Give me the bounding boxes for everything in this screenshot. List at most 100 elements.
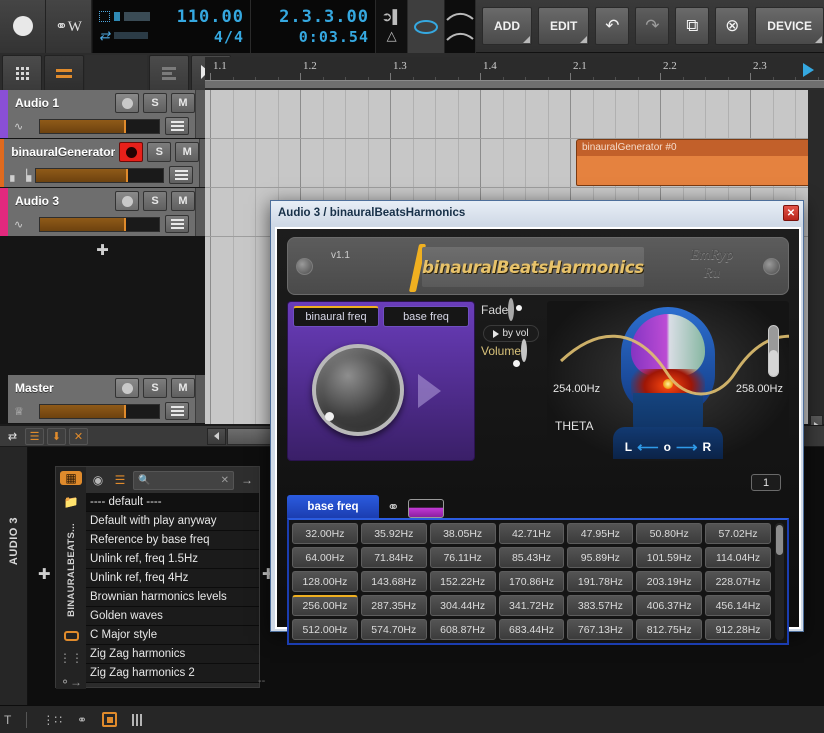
plugin-window[interactable]: Audio 3 / binauralBeatsHarmonics ✕ v1.1 … [270,200,804,645]
frequency-cell[interactable]: 256.00Hz [292,595,358,616]
undo-button[interactable]: ↶ [595,7,630,45]
frequency-cell[interactable]: 71.84Hz [360,547,427,568]
duplicate-button[interactable]: ⧉ [675,7,710,45]
frequency-cell[interactable]: 512.00Hz [292,619,358,640]
frequency-cell[interactable]: 42.71Hz [498,523,565,544]
track-header[interactable]: binauralGenerator S M ▖▕▖ [0,139,205,187]
frequency-cell[interactable]: 912.28Hz [705,619,771,640]
list-item[interactable]: Golden waves [86,607,259,626]
track-menu-button[interactable] [165,402,189,420]
frequency-cell[interactable]: 35.92Hz [360,523,427,544]
click-icon[interactable]: △ [387,28,397,44]
list-view-icon[interactable]: ☰ [25,427,44,445]
track-mute-button[interactable]: M [171,191,195,211]
tab-base-freq[interactable]: base freq [383,306,469,327]
track-volume-slider[interactable] [39,403,160,419]
list-item[interactable]: Default with play anyway [86,512,259,531]
frequency-cell[interactable]: 191.78Hz [567,571,634,592]
plugin-title-bar[interactable]: Audio 3 / binauralBeatsHarmonics ✕ [271,201,803,225]
frequency-cell[interactable]: 85.43Hz [498,547,565,568]
list-item[interactable]: Brownian harmonics levels [86,588,259,607]
frequency-cell[interactable]: 32.00Hz [292,523,358,544]
track-solo-button[interactable]: S [143,93,167,113]
automation-write-button[interactable]: ⚭W [46,0,92,53]
volume-knob[interactable] [521,339,528,362]
redo-button[interactable]: ↷ [635,7,670,45]
punch-icon[interactable]: ➲▌ [382,9,402,25]
preset-list-icon[interactable]: ☰ [111,471,129,489]
track-mute-button[interactable]: M [175,142,200,162]
list-item[interactable]: Unlink ref, freq 4Hz [86,569,259,588]
mixer-strips-icon[interactable] [132,713,143,726]
frequency-cell[interactable]: 50.80Hz [636,523,703,544]
track-volume-slider[interactable] [39,118,160,134]
track-mute-button[interactable]: M [171,378,195,398]
record-button[interactable] [0,0,46,53]
grid-dots-icon[interactable]: ⋮⋮ [59,651,83,665]
tempo-display[interactable]: ⇄ 110.00 4/4 [93,0,251,53]
frequency-cell[interactable]: 287.35Hz [360,595,427,616]
track-mute-button[interactable]: M [171,93,195,113]
keyboard-icon[interactable]: ▦ [60,471,82,486]
add-track-button[interactable]: ✚ [0,237,205,259]
frequency-cell[interactable]: 57.02Hz [705,523,771,544]
track-solo-button[interactable]: S [143,191,167,211]
timeline-ruler[interactable]: 1.1 1.2 1.3 1.4 2.1 2.2 2.3 [205,57,824,90]
search-input[interactable]: 🔍 ✕ [133,470,234,490]
delete-button[interactable]: ⊗ [715,7,750,45]
grid-view-button[interactable] [2,54,42,92]
list-item[interactable]: C Major style [86,626,259,645]
list-item[interactable]: Reference by base freq [86,531,259,550]
device-button[interactable]: DEVICE [755,7,824,45]
loop-range-bar[interactable] [205,80,824,88]
close-icon[interactable]: ✕ [69,427,88,445]
frequency-cell[interactable]: 683.44Hz [498,619,565,640]
track-record-button[interactable] [119,142,144,162]
frequency-grid-scrollbar[interactable] [775,523,784,640]
frequency-cell[interactable]: 38.05Hz [429,523,496,544]
add-device-button-left[interactable]: ✚ [38,565,51,583]
frequency-cell[interactable]: 228.07Hz [705,571,771,592]
automation-curve-button[interactable] [445,0,477,53]
list-item[interactable]: Zig Zag harmonics [86,645,259,664]
folder-icon[interactable]: 📁 [60,495,82,509]
frequency-cell[interactable]: 114.04Hz [705,547,771,568]
link-icon[interactable]: ⚭ [387,498,400,518]
knob-arrow-icon[interactable] [418,374,441,408]
key-icon[interactable]: ⚭ [77,713,87,727]
clip-binauralgenerator[interactable]: binauralGenerator #0 [576,139,808,186]
fade-knob[interactable] [508,298,515,321]
frequency-cell[interactable]: 812.75Hz [636,619,703,640]
frequency-cell[interactable]: 574.70Hz [360,619,427,640]
track-volume-slider[interactable] [35,167,165,183]
power-icon[interactable]: ◉ [89,471,107,489]
prev-button[interactable] [207,427,226,445]
frequency-cell[interactable]: 170.86Hz [498,571,565,592]
intensity-slider[interactable] [768,325,779,377]
waveform-thumb-icon[interactable] [407,499,444,518]
track-record-button[interactable] [115,378,139,398]
frequency-cell[interactable]: 608.87Hz [429,619,496,640]
preset-list[interactable]: ---- default ---- Default with play anywa… [86,493,259,687]
frequency-cell[interactable]: 304.44Hz [429,595,496,616]
frequency-cell[interactable]: 152.22Hz [429,571,496,592]
download-icon[interactable]: ⬇ [47,427,66,445]
frequency-cell[interactable]: 383.57Hz [567,595,634,616]
frequency-cell[interactable]: 203.19Hz [636,571,703,592]
by-vol-button[interactable]: by vol [483,325,539,342]
playhead-marker-icon[interactable] [803,63,814,77]
track-header[interactable]: Audio 3 S M ∿ [0,188,205,236]
list-item[interactable]: Unlink ref, freq 1.5Hz [86,550,259,569]
track-menu-button[interactable] [165,117,189,135]
main-frequency-knob[interactable] [312,344,404,436]
frequency-cell[interactable]: 341.72Hz [498,595,565,616]
mixer-view-button[interactable] [44,54,84,92]
clear-search-icon[interactable]: ✕ [221,475,229,486]
track-record-button[interactable] [115,93,139,113]
text-tool-icon[interactable]: T [4,713,11,727]
track-solo-button[interactable]: S [147,142,172,162]
frequency-cell[interactable]: 76.11Hz [429,547,496,568]
add-button[interactable]: ADD [482,7,533,45]
frequency-cell[interactable]: 143.68Hz [360,571,427,592]
track-volume-slider[interactable] [39,216,160,232]
